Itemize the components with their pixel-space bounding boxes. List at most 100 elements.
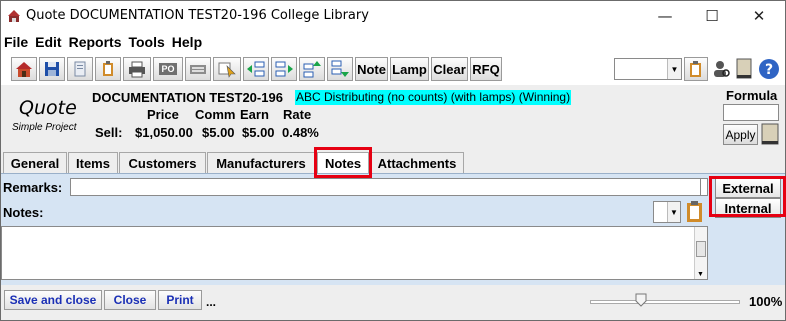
save-button[interactable] xyxy=(39,57,65,81)
user-search-icon xyxy=(714,61,730,77)
app-window: Quote DOCUMENTATION TEST20-196 College L… xyxy=(0,0,786,321)
clipboard-icon xyxy=(690,61,701,77)
menu-edit[interactable]: Edit xyxy=(32,33,65,53)
apply-button[interactable]: Apply xyxy=(723,124,758,145)
chevron-down-icon: ▼ xyxy=(667,202,680,222)
close-label: Close xyxy=(113,293,147,307)
column-earn: Earn xyxy=(240,107,269,122)
notes-dropdown[interactable]: ▼ xyxy=(653,201,681,223)
quote-header: Quote Simple Project DOCUMENTATION TEST2… xyxy=(1,85,785,151)
external-tab-label: External xyxy=(722,180,774,196)
external-tab[interactable]: External xyxy=(715,178,781,198)
close-dialog-button[interactable]: Close xyxy=(104,290,156,310)
clipboard-button[interactable] xyxy=(95,57,121,81)
tab-notes-label: Notes xyxy=(324,155,362,171)
print-dialog-button[interactable]: Print xyxy=(158,290,202,310)
lamp-button-label: Lamp xyxy=(392,61,427,77)
clear-button[interactable]: Clear xyxy=(431,57,468,81)
column-price: Price xyxy=(147,107,179,122)
move-right-button[interactable] xyxy=(271,57,297,81)
menu-reports[interactable]: Reports xyxy=(66,33,126,53)
minimize-icon: — xyxy=(657,7,673,25)
close-icon: ✕ xyxy=(752,7,766,25)
maximize-icon: ☐ xyxy=(705,7,719,25)
close-button[interactable]: ✕ xyxy=(736,1,782,31)
user-search-button[interactable] xyxy=(710,57,732,81)
move-up-icon xyxy=(303,61,321,78)
menu-file[interactable]: File xyxy=(1,33,32,53)
menu-tools[interactable]: Tools xyxy=(125,33,168,53)
remarks-scrollbar[interactable] xyxy=(700,178,708,196)
apply-button-label: Apply xyxy=(725,127,756,142)
purchase-order-button[interactable]: PO xyxy=(153,57,183,81)
tab-customers[interactable]: Customers xyxy=(119,152,206,173)
rfq-button[interactable]: RFQ xyxy=(470,57,502,81)
minimize-button[interactable]: — xyxy=(642,1,688,31)
menu-bar: File Edit Reports Tools Help xyxy=(1,33,206,53)
home-button[interactable] xyxy=(11,57,37,81)
internal-tab[interactable]: Internal xyxy=(715,198,781,218)
clipboard-icon[interactable] xyxy=(683,199,707,225)
move-down-button[interactable] xyxy=(327,57,353,81)
tab-items[interactable]: Items xyxy=(68,152,118,173)
zoom-slider[interactable] xyxy=(590,300,740,304)
remarks-label: Remarks: xyxy=(3,180,63,195)
formula-input[interactable] xyxy=(723,104,779,121)
remarks-input[interactable] xyxy=(70,178,703,196)
lamp-button[interactable]: Lamp xyxy=(390,57,429,81)
note-button[interactable]: Note xyxy=(355,57,388,81)
clipboard-right-button[interactable] xyxy=(684,57,708,81)
edit-pointer-button[interactable] xyxy=(213,57,241,81)
tab-general[interactable]: General xyxy=(3,152,67,173)
toolbar-dropdown[interactable]: ▼ xyxy=(614,58,682,80)
clear-button-label: Clear xyxy=(433,61,466,77)
sell-label: Sell: xyxy=(95,125,123,140)
move-right-icon xyxy=(275,61,293,77)
tab-customers-label: Customers xyxy=(128,155,197,171)
tab-manufacturers[interactable]: Manufacturers xyxy=(207,152,315,173)
svg-text:?: ? xyxy=(765,62,773,78)
tab-general-label: General xyxy=(10,155,60,171)
tab-notes[interactable]: Notes xyxy=(317,152,369,173)
edit-pointer-icon xyxy=(218,62,236,78)
column-comm: Comm xyxy=(195,107,236,122)
print-label: Print xyxy=(166,293,194,307)
move-left-button[interactable] xyxy=(243,57,269,81)
notes-label: Notes: xyxy=(3,205,44,220)
home-icon xyxy=(16,62,32,77)
scrollbar-thumb[interactable] xyxy=(696,241,706,257)
menu-help[interactable]: Help xyxy=(169,33,206,53)
title-bar: Quote DOCUMENTATION TEST20-196 College L… xyxy=(1,1,785,31)
document-icon xyxy=(74,61,86,77)
printer-icon xyxy=(129,61,145,78)
sell-earn: $5.00 xyxy=(242,125,275,140)
keyboard-button[interactable] xyxy=(185,57,211,81)
internal-tab-label: Internal xyxy=(724,200,772,216)
quote-name: DOCUMENTATION TEST20-196 xyxy=(92,90,283,105)
notes-scrollbar[interactable]: ▼ xyxy=(694,227,707,279)
notes-textarea[interactable] xyxy=(1,226,708,280)
book-icon[interactable] xyxy=(759,122,781,147)
save-and-close-button[interactable]: Save and close xyxy=(4,290,102,310)
document-button[interactable] xyxy=(67,57,93,81)
record-type-sub: Simple Project xyxy=(12,122,77,133)
tab-manufacturers-label: Manufacturers xyxy=(216,155,306,171)
record-type-label: Quote xyxy=(19,97,77,119)
more-ellipsis[interactable]: ... xyxy=(206,295,216,309)
tab-items-label: Items xyxy=(76,155,110,171)
book-button[interactable] xyxy=(733,57,755,81)
slider-thumb-icon[interactable] xyxy=(635,293,647,307)
move-up-button[interactable] xyxy=(299,57,325,81)
help-button[interactable]: ? xyxy=(757,57,781,81)
book-icon xyxy=(736,58,752,79)
print-button[interactable] xyxy=(123,57,151,81)
tab-attachments[interactable]: Attachments xyxy=(370,152,464,173)
sell-price: $1,050.00 xyxy=(135,125,193,140)
bottom-bar: Save and close Close Print ... 100% xyxy=(1,285,785,320)
clipboard-icon xyxy=(103,61,113,76)
note-button-label: Note xyxy=(357,61,386,77)
maximize-button[interactable]: ☐ xyxy=(689,1,735,31)
keyboard-icon xyxy=(190,65,206,74)
app-icon xyxy=(8,10,20,22)
column-rate: Rate xyxy=(283,107,312,122)
